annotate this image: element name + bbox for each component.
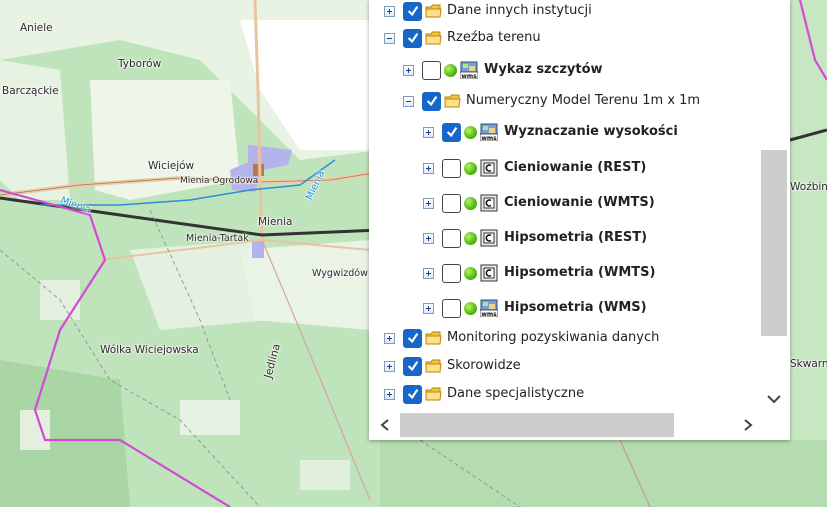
layer-checkbox[interactable] [442,228,461,248]
layer-label[interactable]: Cieniowanie (REST) [504,157,646,179]
layer-row[interactable]: Cieniowanie (REST) [423,157,646,179]
layer-checkbox[interactable] [442,158,461,178]
wms-service-icon: wms [460,61,478,79]
svg-text:wms: wms [461,73,477,79]
layer-row[interactable]: wms Wykaz szczytów [403,59,603,81]
horizontal-scrollbar-thumb[interactable] [400,413,674,437]
layer-label[interactable]: Dane innych instytucji [447,0,592,22]
folder-icon [425,359,442,373]
folder-icon [425,4,442,18]
layer-label[interactable]: Wykaz szczytów [484,59,603,81]
map-label-tyborow: Tyborów [118,58,162,70]
scroll-down-icon[interactable] [766,392,782,406]
map-label-wieciejow: Wiciejów [148,160,195,172]
layer-checkbox[interactable] [442,298,461,318]
checkmark-icon [407,6,418,17]
layer-checkbox[interactable] [403,1,422,21]
checkmark-icon [407,33,418,44]
expand-icon[interactable] [423,302,434,314]
layer-checkbox[interactable] [422,91,441,111]
expand-icon[interactable] [384,332,395,344]
layer-checkbox[interactable] [403,328,422,348]
map-label-barczackie: Barcząckie [2,85,59,97]
status-dot-icon [444,63,457,77]
layer-row[interactable]: Dane specjalistyczne [384,383,584,405]
expand-icon[interactable] [423,267,434,279]
checkmark-icon [407,361,418,372]
layer-label[interactable]: Hipsometria (WMS) [504,297,647,319]
folder-icon [444,94,461,108]
svg-text:wms: wms [481,135,497,141]
map-label-mienia-ogrodowa: Mienia Ogrodowa [180,176,259,186]
layer-row[interactable]: Hipsometria (WMTS) [423,262,655,284]
layer-label[interactable]: Skorowidze [447,355,521,377]
expand-icon[interactable] [384,360,395,372]
expand-icon[interactable] [423,162,434,174]
layer-label[interactable]: Monitoring pozyskiwania danych [447,327,659,349]
map-label-wygwizdow: Wygwizdów [312,268,368,279]
map-label-mienia: Mienia [258,216,293,228]
status-dot-icon [464,231,477,245]
layer-label[interactable]: Hipsometria (REST) [504,227,647,249]
collapse-icon[interactable] [403,95,414,107]
layer-row[interactable]: Monitoring pozyskiwania danych [384,327,659,349]
status-dot-icon [464,125,477,139]
layer-label[interactable]: Wyznaczanie wysokości [504,121,678,143]
rest-service-icon [480,264,498,282]
layer-label[interactable]: Rzeźba terenu [447,27,541,49]
wms-service-icon: wms [480,299,498,317]
layer-label[interactable]: Numeryczny Model Terenu 1m x 1m [466,90,700,112]
layer-checkbox[interactable] [422,60,441,80]
layer-row[interactable]: wms Hipsometria (WMS) [423,297,647,319]
layer-checkbox[interactable] [442,263,461,283]
expand-icon[interactable] [403,64,414,76]
collapse-icon[interactable] [384,32,395,44]
layer-row[interactable]: Skorowidze [384,355,521,377]
expand-icon[interactable] [423,232,434,244]
map-label-wolka: Wólka Wiciejowska [100,344,199,356]
layer-label[interactable]: Cieniowanie (WMTS) [504,192,655,214]
layer-label[interactable]: Dane specjalistyczne [447,383,584,405]
status-dot-icon [464,266,477,280]
checkmark-icon [407,333,418,344]
wms-service-icon: wms [480,123,498,141]
checkmark-icon [446,127,457,138]
layer-label[interactable]: Hipsometria (WMTS) [504,262,655,284]
expand-icon[interactable] [423,197,434,209]
scroll-right-icon[interactable] [741,418,755,432]
expand-icon[interactable] [423,126,434,138]
status-dot-icon [464,161,477,175]
layer-row[interactable]: wms Wyznaczanie wysokości [423,121,678,143]
layer-checkbox[interactable] [403,384,422,404]
map-label-skwarn: Skwarn [790,358,827,370]
rest-service-icon [480,229,498,247]
status-dot-icon [464,196,477,210]
layer-row[interactable]: Dane innych instytucji [384,0,592,22]
rest-service-icon [480,194,498,212]
layer-checkbox[interactable] [403,356,422,376]
map-label-aniele: Aniele [20,22,53,34]
expand-icon[interactable] [384,5,395,17]
checkmark-icon [426,96,437,107]
layer-row[interactable]: Cieniowanie (WMTS) [423,192,655,214]
layer-checkbox[interactable] [442,122,461,142]
scroll-left-icon[interactable] [378,418,392,432]
rest-service-icon [480,159,498,177]
folder-icon [425,31,442,45]
layer-checkbox[interactable] [403,28,422,48]
status-dot-icon [464,301,477,315]
map-label-mienia-tartak: Mienia-Tartak [186,233,249,244]
folder-icon [425,331,442,345]
checkmark-icon [407,389,418,400]
layer-row[interactable]: Numeryczny Model Terenu 1m x 1m [403,90,700,112]
expand-icon[interactable] [384,388,395,400]
map-label-wozbin: Woźbin [790,181,827,193]
svg-text:wms: wms [481,311,497,317]
folder-icon [425,387,442,401]
layer-row[interactable]: Hipsometria (REST) [423,227,647,249]
layer-row[interactable]: Rzeźba terenu [384,27,541,49]
vertical-scrollbar-thumb[interactable] [761,150,787,336]
layer-checkbox[interactable] [442,193,461,213]
